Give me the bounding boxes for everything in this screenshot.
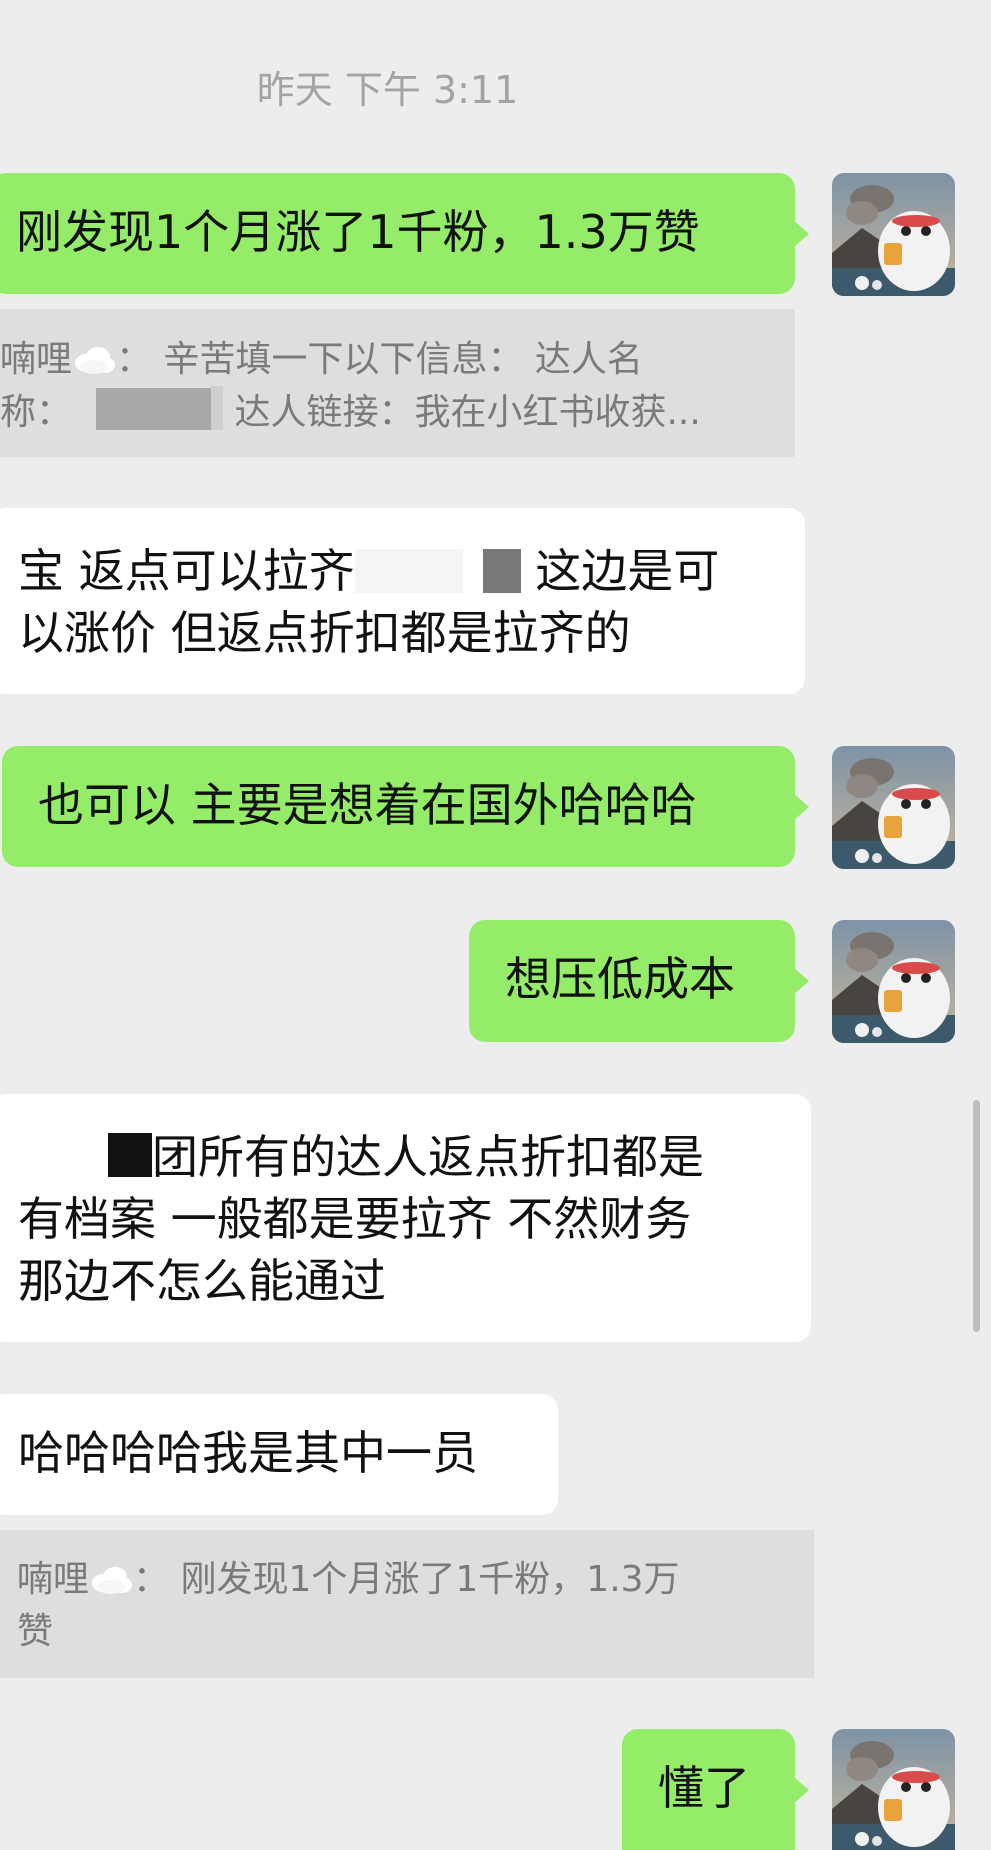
avatar-volcano-cat-icon (832, 173, 955, 296)
message-line-3: 那边不怎么能通过 (18, 1254, 386, 1308)
avatar[interactable] (832, 746, 955, 869)
message-text: 这边是可 (535, 544, 720, 598)
message-text: 也可以 主要是想着在国外哈哈哈 (38, 778, 697, 832)
quote-text: 称： (0, 392, 73, 433)
redacted-area (96, 388, 212, 430)
quote-sender: 喃哩 (17, 1559, 90, 1600)
cloud-emoji-icon (89, 1558, 133, 1594)
chat-timestamp: 昨天 下午 3:11 (256, 68, 519, 112)
avatar-volcano-cat-icon (832, 1729, 955, 1850)
redacted-area (482, 549, 521, 593)
quote-text: 辛苦填一下以下信息： 达人名 (163, 339, 643, 380)
message-text: 宝 返点可以拉齐 (18, 544, 355, 598)
chat-view[interactable]: 昨天 下午 3:11 刚发现1个月涨了1千粉，1.3万赞 喃哩 ： 辛苦填一下以… (0, 0, 991, 1850)
message-bubble-incoming[interactable]: 团所有的达人返点折扣都是 有档案 一般都是要拉齐 不然财务 那边不怎么能通过 (0, 1094, 811, 1342)
message-text: 哈哈哈哈我是其中一员 (18, 1426, 478, 1480)
redacted-area (354, 549, 463, 593)
quoted-message[interactable]: 喃哩 ： 刚发现1个月涨了1千粉，1.3万 赞 (0, 1530, 814, 1678)
message-bubble-incoming[interactable]: 哈哈哈哈我是其中一员 (0, 1394, 558, 1515)
message-bubble-outgoing[interactable]: 想压低成本 (469, 920, 809, 1042)
avatar-volcano-cat-icon (832, 920, 955, 1043)
message-line-1: 宝 返点可以拉齐 这边是可 (18, 540, 805, 602)
quote-text: 刚发现1个月涨了1千粉，1.3万 (180, 1559, 680, 1600)
message-bubble-outgoing[interactable]: 懂了 (622, 1729, 809, 1850)
quote-text: 达人链接：我在小红书收获... (234, 392, 701, 433)
quote-separator: ： (133, 1559, 170, 1600)
avatar[interactable] (832, 1729, 955, 1850)
quote-line-1: 喃哩 ： 辛苦填一下以下信息： 达人名 (0, 334, 795, 386)
message-text: 刚发现1个月涨了1千粉，1.3万赞 (16, 205, 700, 259)
quote-line-2: 称： 达人链接：我在小红书收获... (0, 386, 795, 439)
quote-line-2: 赞 (17, 1611, 54, 1652)
message-line-2: 有档案 一般都是要拉齐 不然财务 (18, 1192, 692, 1246)
quote-line-1: 喃哩 ： 刚发现1个月涨了1千粉，1.3万 (17, 1554, 814, 1606)
redacted-area (18, 1135, 108, 1179)
message-line-1: 团所有的达人返点折扣都是 (18, 1126, 811, 1188)
avatar[interactable] (832, 173, 955, 296)
message-text: 团所有的达人返点折扣都是 (152, 1130, 704, 1184)
message-text: 想压低成本 (505, 952, 735, 1006)
quote-separator: ： (116, 339, 153, 380)
message-bubble-outgoing[interactable]: 也可以 主要是想着在国外哈哈哈 (2, 746, 809, 867)
cloud-emoji-icon (72, 338, 116, 374)
redacted-area (108, 1133, 152, 1177)
message-line-2: 以涨价 但返点折扣都是拉齐的 (18, 606, 631, 660)
message-bubble-incoming[interactable]: 宝 返点可以拉齐 这边是可 以涨价 但返点折扣都是拉齐的 (0, 508, 805, 694)
message-bubble-outgoing[interactable]: 刚发现1个月涨了1千粉，1.3万赞 (0, 173, 809, 294)
scrollbar[interactable] (973, 1100, 980, 1332)
redacted-area (211, 386, 224, 430)
avatar[interactable] (832, 920, 955, 1043)
avatar-volcano-cat-icon (832, 746, 955, 869)
quote-sender: 喃哩 (0, 339, 73, 380)
quoted-message[interactable]: 喃哩 ： 辛苦填一下以下信息： 达人名 称： 达人链接：我在小红书收获... (0, 309, 795, 457)
redacted-area (462, 549, 483, 593)
message-text: 懂了 (658, 1761, 750, 1815)
